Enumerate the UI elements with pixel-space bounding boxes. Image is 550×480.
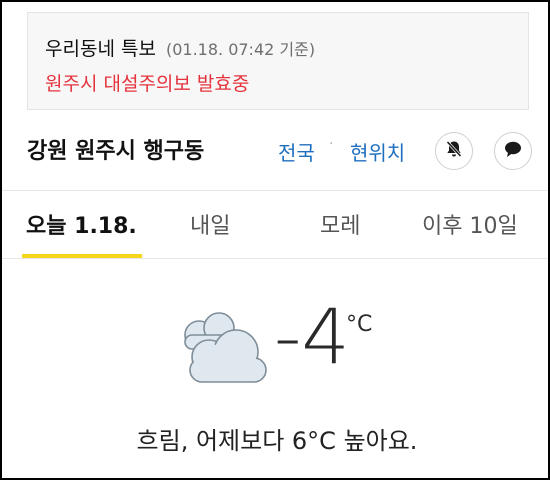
cloud-icon [174,308,270,390]
alert-timestamp: (01.18. 07:42 기준) [165,40,316,59]
alert-toggle-button[interactable] [435,132,473,170]
tab-today[interactable]: 오늘 1.18. [26,208,137,240]
alert-message[interactable]: 원주시 대설주의보 발효중 [45,69,249,96]
nationwide-link[interactable]: 전국 [278,137,315,166]
alert-title: 우리동네 특보 [45,38,156,60]
divider [2,190,548,191]
chat-bubble-icon [503,139,523,163]
weather-summary: 흐림, 어제보다 6°C 높아요. [136,427,418,455]
divider [2,258,548,259]
tab-day-after-tomorrow[interactable]: 모레 [320,208,360,240]
link-separator: · [329,136,334,152]
temperature-unit: °C [346,312,373,337]
weather-screen: 우리동네 특보 (01.18. 07:42 기준) 원주시 대설주의보 발효중 … [0,0,550,480]
chat-button[interactable] [494,132,532,170]
location-name: 강원 원주시 행구동 [27,139,205,164]
bell-off-icon [444,139,464,163]
current-temperature: -4 [274,292,350,381]
tab-next-10-days[interactable]: 이후 10일 [422,208,518,240]
tab-tomorrow[interactable]: 내일 [190,208,230,240]
local-alert-box[interactable]: 우리동네 특보 (01.18. 07:42 기준) 원주시 대설주의보 발효중 [27,12,529,110]
alert-header: 우리동네 특보 (01.18. 07:42 기준) [45,34,315,61]
current-location-link[interactable]: 현위치 [350,137,405,166]
